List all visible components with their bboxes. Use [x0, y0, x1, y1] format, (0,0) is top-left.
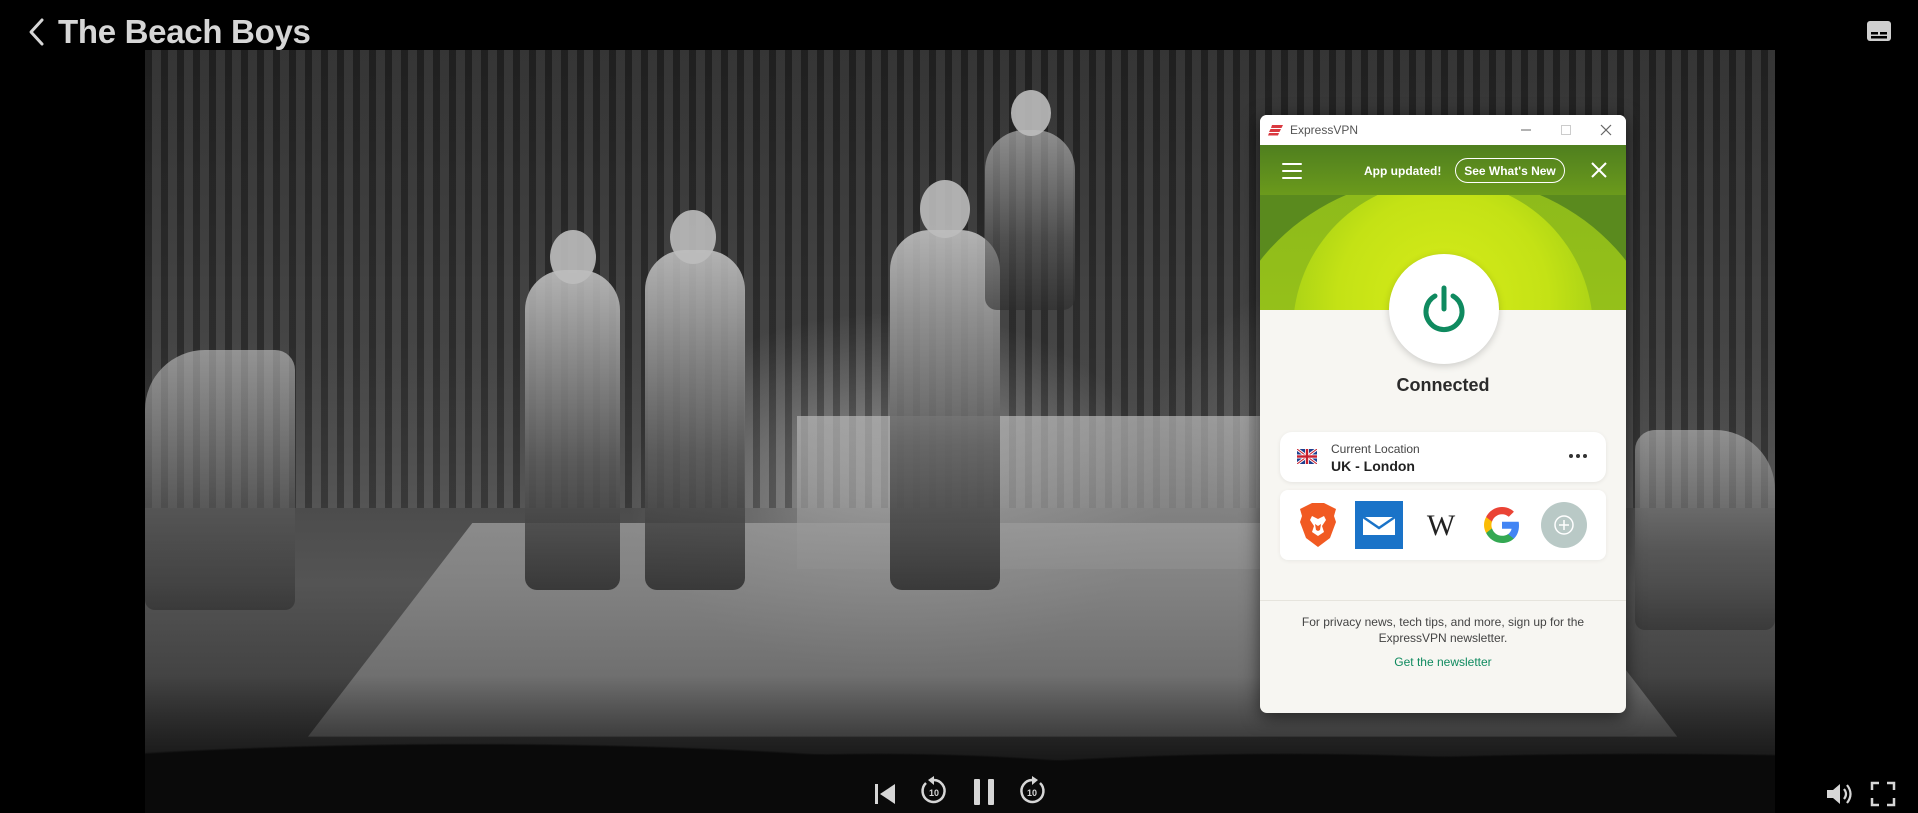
- player-topbar: The Beach Boys: [0, 0, 1918, 50]
- brave-icon: [1300, 503, 1336, 547]
- shortcut-wikipedia[interactable]: W: [1416, 500, 1466, 550]
- mail-icon: [1355, 501, 1403, 549]
- uk-flag-icon: [1297, 449, 1317, 464]
- get-newsletter-link[interactable]: Get the newsletter: [1260, 655, 1626, 669]
- power-icon: [1423, 285, 1465, 333]
- fullscreen-icon: [1870, 781, 1896, 807]
- rewind-10-label: 10: [929, 788, 939, 798]
- video-audience-left: [145, 350, 295, 610]
- video-performer-head: [920, 180, 970, 238]
- maximize-icon: [1561, 125, 1571, 135]
- location-more-button[interactable]: [1569, 448, 1593, 464]
- forward-10-label: 10: [1027, 788, 1037, 798]
- back-button[interactable]: The Beach Boys: [26, 12, 311, 52]
- rewind-10-button[interactable]: 10: [918, 775, 950, 807]
- add-shortcut-button[interactable]: [1539, 500, 1589, 550]
- previous-episode-button[interactable]: [872, 781, 898, 807]
- fullscreen-button[interactable]: [1870, 781, 1896, 807]
- more-dot-icon: [1576, 454, 1580, 458]
- minimize-icon: [1521, 129, 1531, 131]
- rewind-10-icon: 10: [921, 776, 946, 804]
- pause-icon: [974, 779, 994, 805]
- video-title: The Beach Boys: [58, 13, 311, 50]
- expressvpn-window: ExpressVPN App updated! See What's New C…: [1260, 115, 1626, 713]
- video-performer: [645, 250, 745, 590]
- video-performer-head: [1011, 90, 1051, 136]
- newsletter-text: For privacy news, tech tips, and more, s…: [1301, 615, 1585, 645]
- update-banner: [1260, 145, 1626, 195]
- vpn-app-name: ExpressVPN: [1290, 123, 1359, 137]
- app-shortcuts: W: [1280, 490, 1606, 560]
- volume-icon: [1827, 784, 1852, 804]
- volume-button[interactable]: [1825, 781, 1855, 807]
- window-close-button[interactable]: [1586, 115, 1626, 145]
- close-icon: [1600, 124, 1612, 136]
- pause-button[interactable]: [970, 777, 998, 807]
- forward-10-button[interactable]: 10: [1016, 775, 1048, 807]
- player-controls: 10 10: [0, 771, 1918, 813]
- more-dot-icon: [1583, 454, 1587, 458]
- skip-previous-icon: [875, 784, 895, 804]
- wikipedia-glyph: W: [1427, 509, 1456, 542]
- video-performer: [985, 130, 1075, 310]
- video-performer-head: [670, 210, 716, 264]
- video-performer-head: [550, 230, 596, 284]
- forward-10-icon: 10: [1020, 776, 1045, 804]
- subtitles-icon[interactable]: [1866, 20, 1892, 42]
- hamburger-menu-icon[interactable]: [1282, 163, 1302, 179]
- video-performer: [525, 270, 620, 590]
- update-banner-message: App updated!: [1364, 164, 1442, 178]
- expressvpn-logo-icon: [1268, 125, 1283, 136]
- see-whats-new-button[interactable]: See What's New: [1455, 158, 1565, 183]
- more-dot-icon: [1569, 454, 1573, 458]
- shortcut-google[interactable]: [1477, 500, 1527, 550]
- current-location-card[interactable]: Current Location UK - London: [1280, 432, 1606, 482]
- divider: [1260, 600, 1626, 601]
- chevron-left-icon: [29, 18, 44, 46]
- location-value: UK - London: [1331, 458, 1415, 474]
- window-minimize-button[interactable]: [1506, 115, 1546, 145]
- vpn-body: Connected Current Location UK - London W…: [1260, 254, 1626, 713]
- location-label: Current Location: [1331, 442, 1420, 456]
- video-performer: [890, 230, 1000, 590]
- google-icon: [1484, 507, 1519, 543]
- window-maximize-button[interactable]: [1546, 115, 1586, 145]
- connect-power-button[interactable]: [1389, 254, 1499, 364]
- video-audience-right: [1635, 430, 1775, 630]
- add-shortcut-icon: [1541, 502, 1587, 548]
- connection-status: Connected: [1396, 375, 1490, 395]
- banner-close-icon[interactable]: [1590, 161, 1608, 179]
- shortcut-mail[interactable]: [1354, 500, 1404, 550]
- vpn-titlebar[interactable]: ExpressVPN: [1260, 115, 1626, 145]
- wikipedia-icon: W: [1427, 509, 1456, 542]
- shortcut-brave[interactable]: [1293, 500, 1343, 550]
